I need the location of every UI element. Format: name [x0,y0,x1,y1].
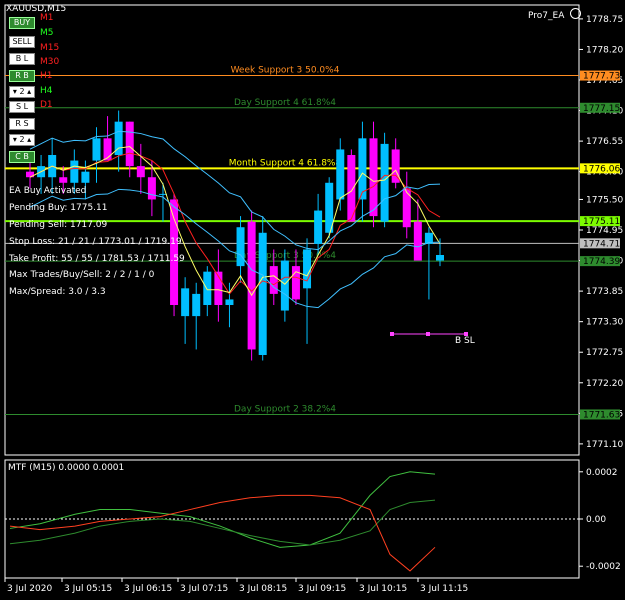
price-tag-label: 1777.73 [583,72,620,82]
panel-button-5[interactable]: S L [9,101,35,113]
price-tag-label: 1776.06 [583,164,620,174]
ea-name-label: Pro7_EA [528,11,565,21]
info-line: Pending Sell: 1717.09 [9,220,108,230]
price-axis-label: 1778.75 [586,15,623,25]
timeframe-m5[interactable]: M5 [40,28,54,38]
candle-body [125,121,134,167]
candle-body [136,166,145,178]
panel-button-7[interactable]: ▾ 2 ▴ [9,134,35,146]
candle-body [59,177,68,183]
candle-body [181,288,190,317]
panel-button-6[interactable]: R S [9,118,35,130]
time-axis-label: 3 Jul 09:15 [298,584,346,594]
price-tag-label: 1774.71 [583,239,620,249]
candle-body [413,221,422,261]
price-tag-label: 1774.39 [583,257,620,267]
indicator-label: MTF (M15) 0.0000 0.0001 [8,463,125,473]
candle-body [92,138,101,161]
info-line: Max/Spread: 3.0 / 3.3 [9,287,106,297]
time-axis-label: 3 Jul 2020 [7,584,52,594]
candle-body [81,171,90,183]
level-label: Day Support 4 61.8%4 [234,98,336,108]
timeframe-h1[interactable]: H1 [40,71,53,81]
price-axis-label: 1778.20 [586,45,623,55]
price-axis-label: 1774.95 [586,226,623,236]
candle-body [369,138,378,217]
indicator-green-line [9,471,436,548]
candle-body [436,255,444,261]
indicator-scale-label: -0.0002 [586,562,621,572]
smiley-icon [570,8,582,19]
price-axis-label: 1772.75 [586,348,623,358]
price-axis-label: 1773.30 [586,318,623,328]
timeframe-m1[interactable]: M1 [40,13,54,23]
chart-window[interactable]: 1778.751778.201777.651777.101776.551776.… [0,0,625,600]
panel-button-0[interactable]: BUY [9,17,35,29]
candle-body [147,177,156,200]
band-upper-line [29,130,441,251]
price-tag-label: 1777.15 [583,104,620,114]
symbol-title: XAUUSD,M15 [6,4,67,14]
info-line: Take Profit: 55 / 55 / 1781.53 / 1711.59 [9,254,185,264]
indicator-darkgreen-line [9,499,436,546]
candle-body [203,271,212,305]
price-axis-label: 1771.10 [586,440,623,450]
info-line: EA Buy Activated [9,186,87,196]
bsl-handle[interactable] [426,332,430,336]
price-axis-label: 1773.85 [586,287,623,297]
bsl-handle[interactable] [390,332,394,336]
level-label: Month Support 4 61.8%8 [229,158,342,168]
panel-button-3[interactable]: R B [9,70,35,82]
candle-body [291,266,300,300]
candle-body [280,260,289,311]
bsl-label: B SL [455,336,475,346]
candle-body [247,221,256,350]
price-axis-label: 1772.20 [586,379,623,389]
indicator-scale-label: 0.00 [586,515,606,525]
candle-body [26,171,34,178]
time-axis-label: 3 Jul 06:15 [124,584,172,594]
panel-button-8[interactable]: C B [9,151,35,163]
ea-name: Pro7_EA [528,8,582,21]
panel-button-4[interactable]: ▾ 2 ▴ [9,86,35,98]
indicator-scale-label: 0.0002 [586,468,618,478]
time-axis-label: 3 Jul 05:15 [64,584,112,594]
time-axis-label: 3 Jul 08:15 [239,584,287,594]
candle-body [225,299,234,305]
price-tag-label: 1775.11 [583,217,620,227]
candle-body [192,293,201,317]
info-line: Pending Buy: 1775.11 [9,203,108,213]
candle-body [380,143,389,222]
timeframe-m15[interactable]: M15 [40,43,59,53]
candle-body [236,227,245,267]
timeframe-h4[interactable]: H4 [40,86,53,96]
candle-body [269,266,278,294]
price-axis-label: 1776.55 [586,137,623,147]
time-axis-label: 3 Jul 10:15 [359,584,407,594]
timeframe-d1[interactable]: D1 [40,100,53,110]
info-line: Max Trades/Buy/Sell: 2 / 2 / 1 / 0 [9,270,155,280]
level-label: Day Support 2 38.2%4 [234,404,336,414]
time-axis-label: 3 Jul 07:15 [180,584,228,594]
candle-body [70,160,79,183]
candle-body [314,210,323,244]
time-axis-label: 3 Jul 11:15 [420,584,468,594]
candle-body [303,249,312,289]
candle-body [402,188,411,228]
candle-body [336,149,345,200]
price-tag-label: 1771.63 [583,410,620,420]
price-chart[interactable]: 1778.751778.201777.651777.101776.551776.… [0,0,625,600]
candle-body [170,199,179,305]
level-label: Week Support 3 50.0%4 [231,66,340,76]
panel-button-1[interactable]: SELL [9,36,35,48]
candle-body [258,232,267,355]
panel-button-2[interactable]: B L [9,53,35,65]
price-axis-label: 1775.50 [586,195,623,205]
indicator-frame [4,459,580,579]
candle-body [391,149,400,183]
info-line: Stop Loss: 21 / 21 / 1773.01 / 1719.19 [9,237,182,247]
timeframe-m30[interactable]: M30 [40,57,59,67]
